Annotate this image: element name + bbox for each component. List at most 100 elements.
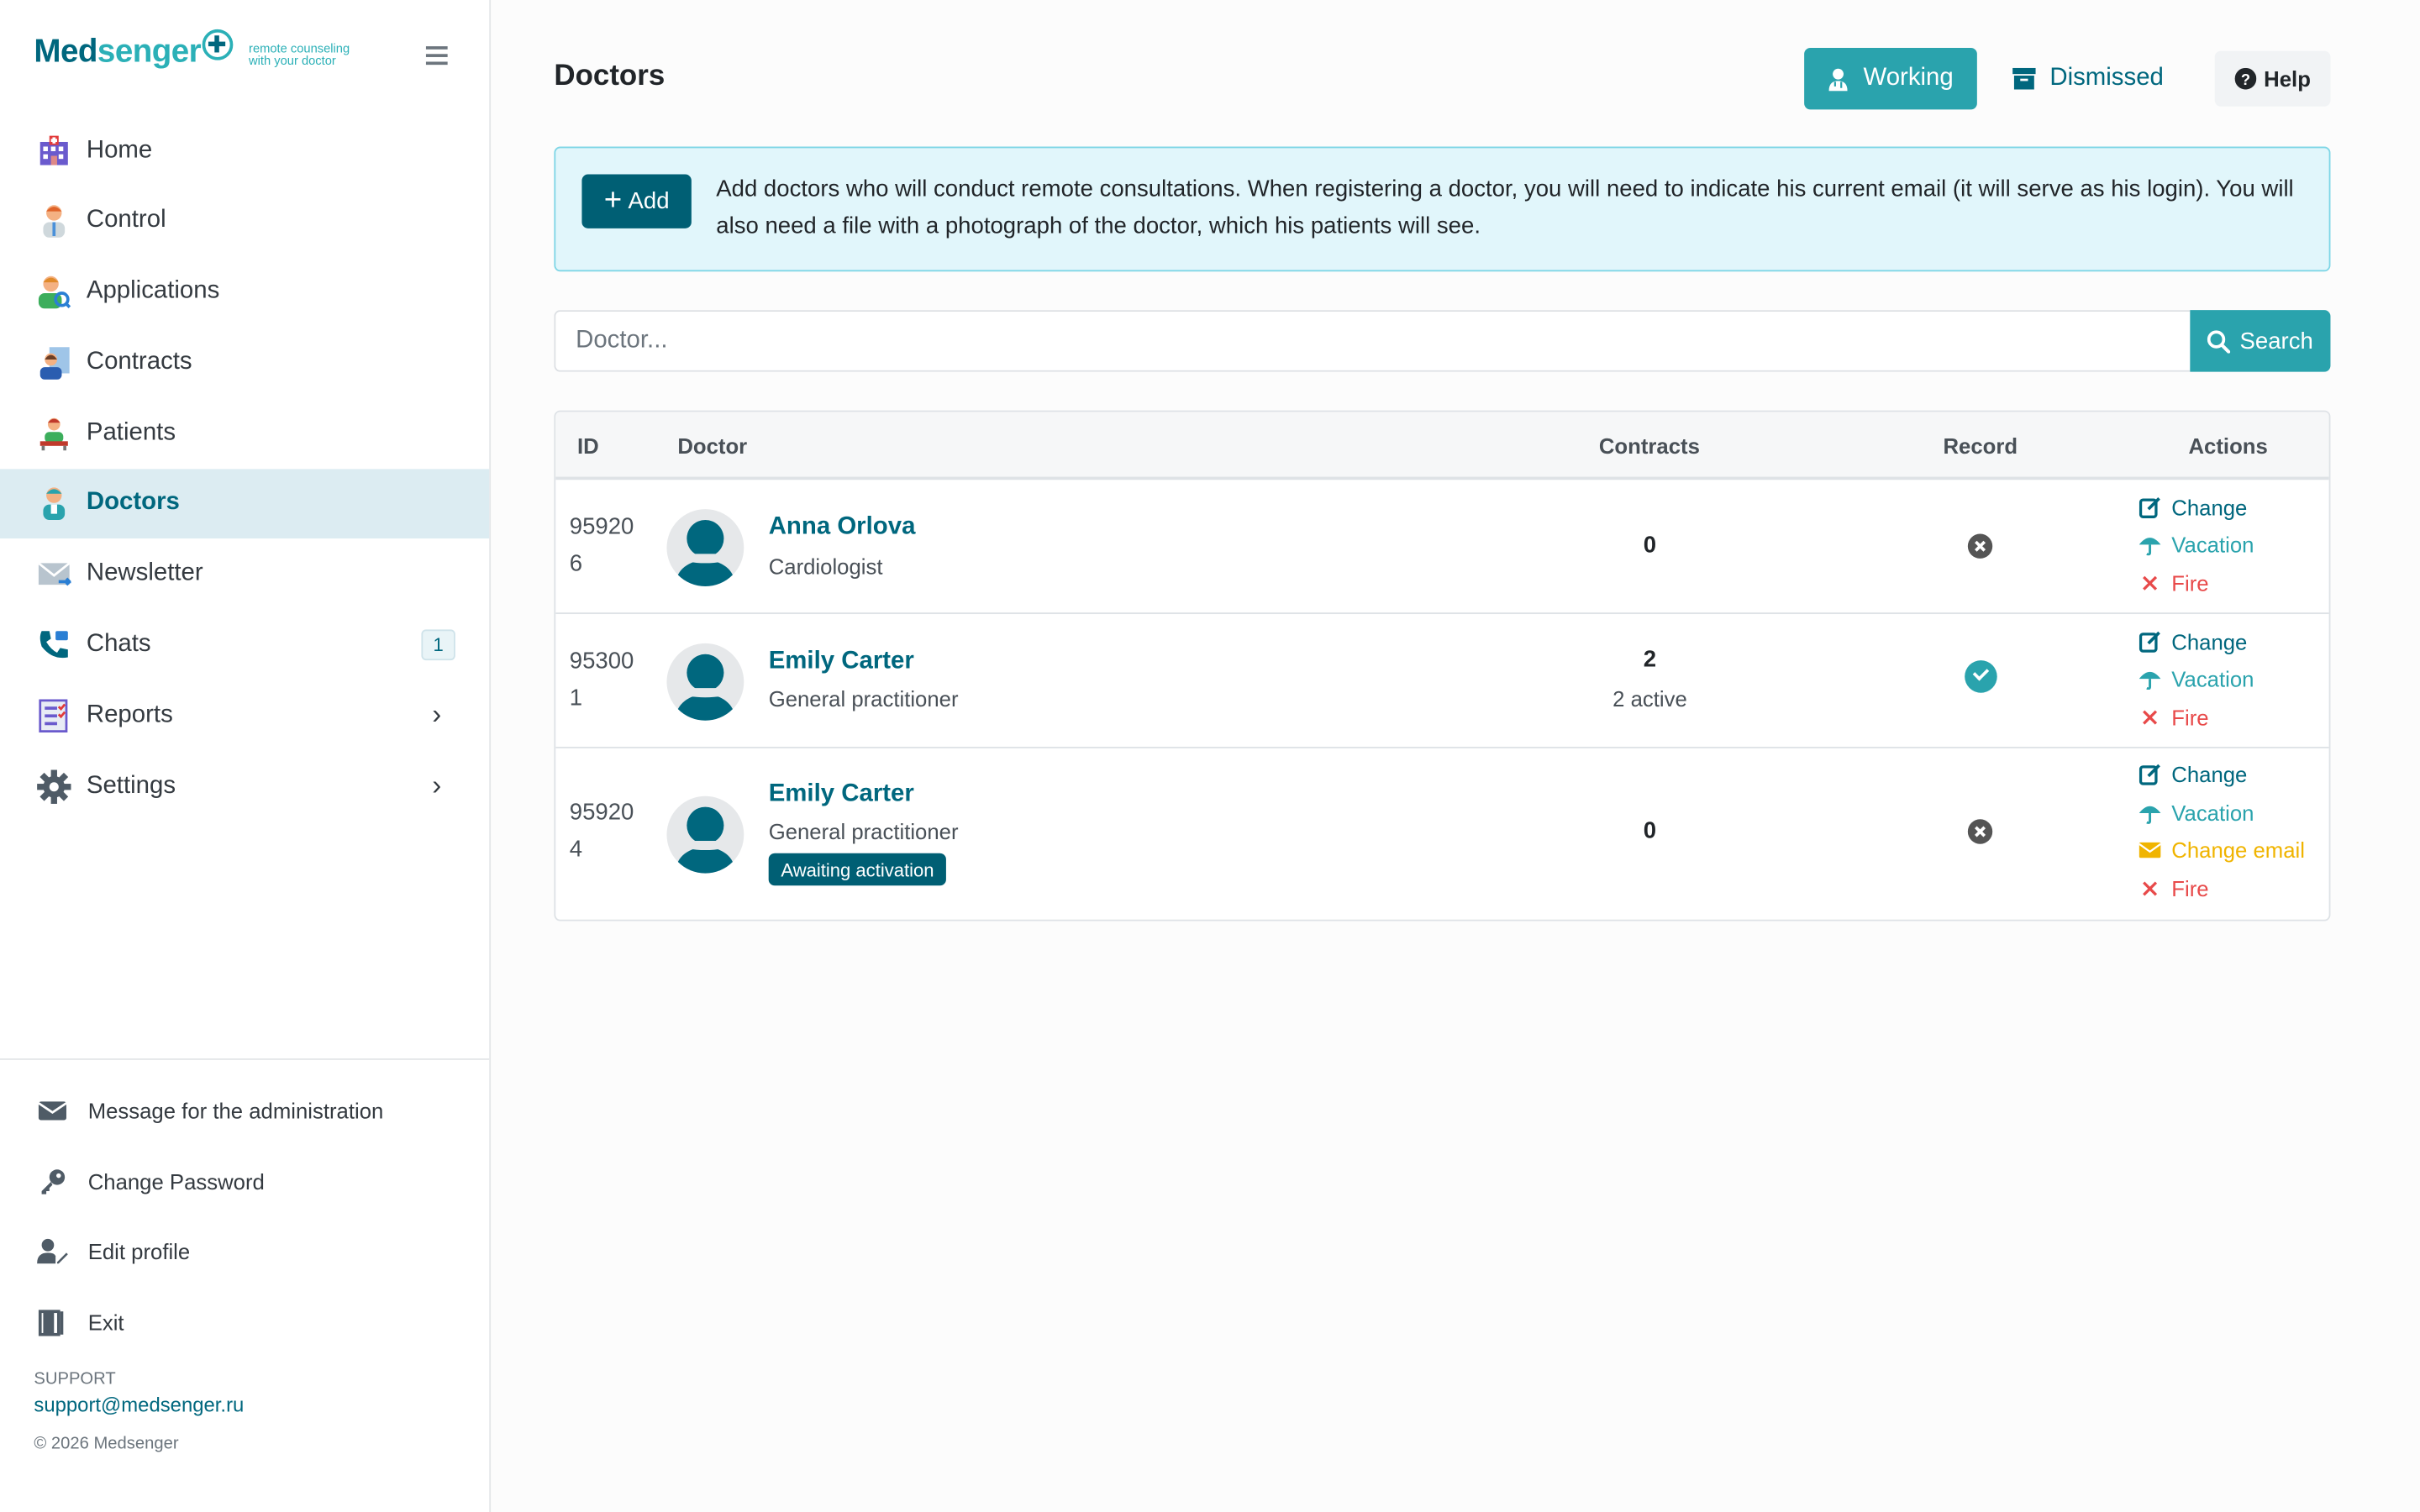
umbrella-icon [2139, 668, 2161, 690]
umbrella-icon [2139, 802, 2161, 825]
fire-action[interactable]: Fire [2139, 705, 2209, 730]
logo-wordmark: Medsenger [34, 34, 202, 70]
record-off-icon [1967, 533, 1993, 559]
chats-count-badge: 1 [421, 629, 455, 661]
sidebar-item-label: Home [86, 136, 153, 163]
edit-icon [2139, 764, 2161, 785]
umbrella-icon [2139, 534, 2161, 556]
exit-link[interactable]: Exit [0, 1288, 489, 1358]
sidebar-item-patients[interactable]: Patients [0, 398, 489, 468]
close-icon [2139, 572, 2161, 594]
doctor-id: 95300 1 [569, 648, 634, 711]
envelope-icon [2139, 839, 2162, 861]
sidebar-item-home[interactable]: Home [0, 116, 489, 186]
column-header-doctor: Doctor [677, 433, 748, 459]
doctor-id: 95920 4 [569, 799, 634, 863]
sidebar-bottom-label: Change Password [87, 1168, 265, 1194]
svg-text:?: ? [2241, 71, 2250, 88]
sidebar-item-chats[interactable]: Chats 1 [0, 611, 489, 680]
doctors-table: ID Doctor Contracts Record Actions 95920… [554, 410, 2331, 921]
search-button[interactable]: Search [2190, 310, 2331, 372]
page-title: Doctors [554, 60, 666, 93]
control-icon [37, 204, 71, 239]
sidebar: Medsenger remote counseling with your doc… [0, 0, 492, 1512]
help-button[interactable]: ? Help [2214, 50, 2331, 107]
change-action[interactable]: Change [2139, 762, 2247, 787]
patients-icon [37, 416, 71, 450]
edit-profile-link[interactable]: Edit profile [0, 1216, 489, 1287]
column-header-id: ID [576, 433, 599, 459]
vacation-action[interactable]: Vacation [2139, 801, 2254, 826]
sidebar-item-label: Patients [86, 419, 176, 446]
doctor-name-link[interactable]: Emily Carter [769, 648, 914, 675]
sidebar-item-applications[interactable]: Applications [0, 257, 489, 327]
chevron-right-icon: › [432, 699, 442, 731]
reports-icon [37, 699, 71, 732]
doctor-avatar [666, 643, 744, 721]
search-label: Search [2239, 328, 2313, 354]
fire-action[interactable]: Fire [2139, 876, 2209, 901]
vacation-action[interactable]: Vacation [2139, 666, 2254, 691]
search-icon [2207, 329, 2231, 353]
column-header-record: Record [1943, 433, 2018, 459]
change-action[interactable]: Change [2139, 629, 2247, 654]
sidebar-item-label: Chats [86, 631, 151, 658]
gear-icon [37, 769, 71, 804]
fire-action[interactable]: Fire [2139, 571, 2209, 596]
table-header: ID Doctor Contracts Record Actions [555, 412, 2329, 480]
sidebar-item-newsletter[interactable]: Newsletter [0, 539, 489, 609]
help-label: Help [2264, 66, 2311, 92]
logo-tagline: remote counseling with your doctor [249, 41, 350, 68]
sidebar-item-settings[interactable]: Settings › [0, 752, 489, 822]
contracts-active: 2 active [1612, 686, 1687, 711]
applications-icon [37, 275, 71, 309]
sidebar-item-label: Newsletter [86, 560, 203, 587]
question-circle-icon: ? [2234, 67, 2256, 90]
contracts-icon [37, 345, 71, 380]
home-icon [37, 134, 71, 167]
message-admin-link[interactable]: Message for the administration [0, 1075, 489, 1146]
info-text: Add doctors who will conduct remote cons… [716, 176, 2294, 239]
sidebar-item-label: Reports [86, 701, 173, 728]
doctor-icon [37, 486, 71, 521]
doctor-name-link[interactable]: Anna Orlova [769, 514, 916, 542]
contracts-count: 2 [1643, 646, 1657, 673]
table-row: 95300 1 Emily Carter General practitioner… [555, 614, 2329, 748]
dismissed-button[interactable]: Dismissed [2000, 48, 2175, 109]
sidebar-nav: Home Control Applications Contracts Pati… [0, 116, 490, 822]
menu-toggle-icon[interactable] [425, 46, 448, 66]
contracts-count: 0 [1643, 532, 1657, 559]
change-action[interactable]: Change [2139, 496, 2247, 520]
record-on-icon [1965, 660, 1997, 693]
sidebar-item-label: Contracts [86, 348, 192, 375]
change-email-action[interactable]: Change email [2139, 837, 2305, 863]
plus-icon: + [603, 183, 623, 218]
sidebar-item-label: Applications [86, 277, 220, 305]
doctor-name-link[interactable]: Emily Carter [769, 780, 914, 808]
brand-logo[interactable]: Medsenger remote counseling with your doc… [34, 29, 350, 71]
user-edit-icon [37, 1238, 68, 1266]
copyright-text: © 2026 Medsenger [34, 1435, 179, 1454]
archive-icon [2012, 67, 2036, 90]
doctor-specialty: General practitioner [768, 686, 959, 711]
add-label: Add [628, 188, 670, 215]
doctor-specialty: Cardiologist [768, 554, 883, 579]
envelope-icon [37, 1097, 68, 1125]
vacation-action[interactable]: Vacation [2139, 533, 2254, 557]
edit-icon [2139, 496, 2161, 518]
sidebar-item-reports[interactable]: Reports › [0, 681, 489, 751]
sidebar-item-doctors[interactable]: Doctors [0, 469, 490, 538]
close-icon [2139, 706, 2161, 728]
doctor-search-input[interactable] [554, 310, 2191, 372]
doctor-avatar [666, 509, 744, 586]
sidebar-item-contracts[interactable]: Contracts [0, 328, 489, 397]
key-icon [37, 1168, 68, 1195]
support-email-link[interactable]: support@medsenger.ru [34, 1394, 244, 1417]
info-alert: + Add Add doctors who will conduct remot… [554, 146, 2331, 272]
add-doctor-button[interactable]: + Add [581, 174, 692, 228]
working-button[interactable]: Working [1804, 47, 1977, 110]
doctor-avatar [666, 795, 744, 874]
sidebar-item-control[interactable]: Control [0, 186, 489, 256]
change-password-link[interactable]: Change Password [0, 1146, 489, 1216]
sidebar-divider [0, 1058, 490, 1060]
